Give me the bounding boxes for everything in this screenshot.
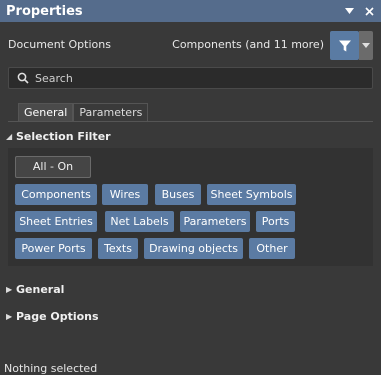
page-options-title: Page Options — [16, 310, 99, 323]
tab-divider — [8, 121, 373, 122]
chevron-down-icon — [362, 43, 370, 48]
search-box[interactable] — [8, 67, 373, 89]
search-icon — [13, 72, 33, 84]
general-section-header[interactable]: ▶ General — [6, 283, 64, 296]
chip-components[interactable]: Components — [15, 184, 97, 205]
chip-other[interactable]: Other — [249, 238, 295, 259]
selection-filter-header[interactable]: ◢ Selection Filter — [6, 130, 111, 143]
chip-texts[interactable]: Texts — [98, 238, 138, 259]
panel-titlebar: Properties — [0, 0, 381, 22]
caret-right-icon: ▶ — [6, 312, 13, 321]
status-text: Nothing selected — [4, 362, 98, 375]
chip-parameters[interactable]: Parameters — [180, 211, 250, 232]
close-icon[interactable] — [361, 3, 377, 19]
general-section-title: General — [16, 283, 65, 296]
tab-parameters[interactable]: Parameters — [73, 103, 149, 121]
search-input[interactable] — [33, 68, 372, 88]
chip-drawing-objects[interactable]: Drawing objects — [144, 238, 243, 259]
document-options-label: Document Options — [8, 38, 111, 51]
tab-strip: General Parameters — [18, 103, 149, 121]
all-on-button[interactable]: All - On — [15, 156, 91, 178]
filter-button[interactable] — [330, 31, 359, 60]
caret-down-icon: ◢ — [6, 132, 13, 141]
chip-buses[interactable]: Buses — [155, 184, 201, 205]
chip-wires[interactable]: Wires — [102, 184, 148, 205]
chip-sheet-entries[interactable]: Sheet Entries — [15, 211, 97, 232]
chip-ports[interactable]: Ports — [256, 211, 295, 232]
filter-summary-text: Components (and 11 more) — [172, 38, 324, 51]
panel-title: Properties — [6, 3, 83, 19]
dropdown-arrow-icon[interactable] — [341, 3, 357, 19]
selection-filter-title: Selection Filter — [16, 130, 111, 143]
tab-general[interactable]: General — [18, 103, 74, 121]
caret-right-icon: ▶ — [6, 285, 13, 294]
page-options-header[interactable]: ▶ Page Options — [6, 310, 99, 323]
filter-dropdown-button[interactable] — [359, 31, 373, 60]
chip-power-ports[interactable]: Power Ports — [15, 238, 92, 259]
chip-sheet-symbols[interactable]: Sheet Symbols — [207, 184, 296, 205]
funnel-icon — [338, 40, 351, 51]
document-options-row: Document Options Components (and 11 more… — [0, 30, 381, 62]
chip-net-labels[interactable]: Net Labels — [105, 211, 174, 232]
